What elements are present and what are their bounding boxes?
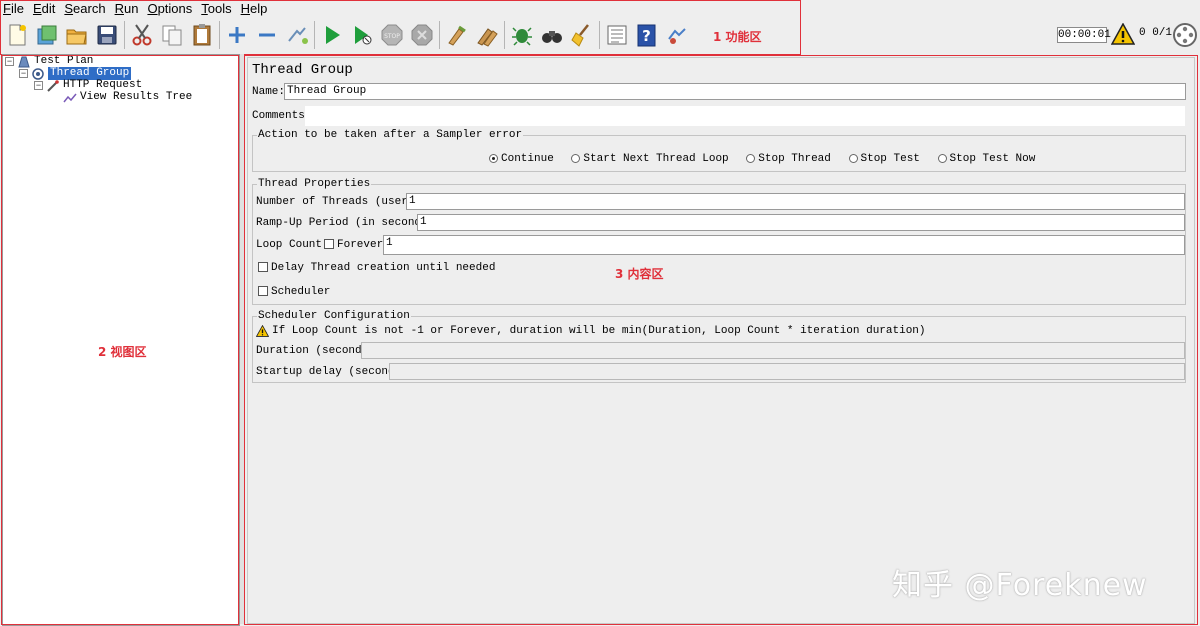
radio-dot (489, 154, 498, 163)
save-icon[interactable] (94, 22, 120, 48)
duration-field[interactable] (361, 342, 1185, 359)
radio-start-next-thread-loop[interactable]: Start Next Thread Loop (571, 153, 729, 165)
radio-stop-test-now[interactable]: Stop Test Now (937, 153, 1035, 165)
radio-dot (571, 154, 581, 163)
tree-label: View Results Tree (80, 91, 193, 103)
name-label: Name: (252, 86, 286, 98)
scheduler-legend: Scheduler Configuration (257, 310, 411, 322)
collapse-toggle[interactable]: − (34, 81, 43, 90)
elapsed-timer: 00:00:01 (1057, 27, 1111, 43)
thread-counts: 0 0/1 (1139, 27, 1173, 39)
thread-properties-group: Thread Properties Number of Threads (use… (252, 178, 1186, 305)
sampler-icon (47, 79, 59, 92)
menu-edit[interactable]: Edit (29, 0, 60, 18)
radio-dot (746, 154, 756, 163)
scheduler-config-group: Scheduler Configuration If Loop Count is… (252, 310, 1186, 383)
running-indicator-icon[interactable] (1172, 22, 1198, 48)
checkbox-box (324, 239, 334, 250)
view-area-label: 2 视图区 (98, 345, 147, 359)
warning-icon (256, 325, 269, 337)
menu-help[interactable]: Help (237, 0, 273, 18)
templates-icon[interactable] (34, 22, 60, 48)
panel-splitter[interactable] (240, 54, 244, 624)
sampler-error-options: Continue Start Next Thread Loop Stop Thr… (489, 150, 1043, 168)
copy-icon[interactable] (159, 22, 185, 48)
name-field[interactable]: Thread Group (284, 83, 1186, 100)
function-area-label: 1 功能区 (713, 30, 762, 44)
reset-search-icon[interactable] (539, 22, 565, 48)
collapse-icon[interactable] (254, 22, 280, 48)
content-area-label: 3 内容区 (615, 267, 664, 281)
collapse-toggle[interactable]: − (5, 57, 14, 66)
page-title: Thread Group (252, 62, 353, 78)
radio-dot (848, 154, 858, 163)
menu-file[interactable]: File (0, 0, 29, 18)
menu-search[interactable]: Search (60, 0, 110, 18)
toolbar-separator (314, 21, 315, 49)
threads-field[interactable]: 1 (406, 193, 1185, 210)
content-panel: Thread Group Name: Thread Group Comments… (247, 57, 1195, 624)
expand-icon[interactable] (224, 22, 250, 48)
rampup-field[interactable]: 1 (417, 214, 1185, 231)
toolbar-separator (219, 21, 220, 49)
toolbar: STOP ? (0, 19, 690, 51)
shutdown-icon[interactable] (409, 22, 435, 48)
radio-dot (937, 154, 947, 163)
svg-text:STOP: STOP (384, 33, 400, 40)
comments-field[interactable] (304, 105, 1186, 127)
function-helper-icon[interactable] (604, 22, 630, 48)
menu-tools[interactable]: Tools (197, 0, 236, 18)
svg-text:?: ? (642, 27, 651, 45)
cut-icon[interactable] (129, 22, 155, 48)
toolbar-separator (439, 21, 440, 49)
startup-delay-label: Startup delay (seconds) (256, 366, 408, 378)
broom-icon[interactable] (569, 22, 595, 48)
toolbar-separator (599, 21, 600, 49)
start-icon[interactable] (319, 22, 345, 48)
stop-icon[interactable]: STOP (379, 22, 405, 48)
checkbox-box (258, 262, 268, 273)
new-icon[interactable] (4, 22, 30, 48)
clear-icon[interactable] (444, 22, 470, 48)
loop-count-field[interactable]: 1 (383, 235, 1185, 255)
sampler-error-group: Action to be taken after a Sampler error… (252, 129, 1186, 172)
tree-node-view-results-tree[interactable]: View Results Tree (63, 91, 192, 104)
radio-stop-thread[interactable]: Stop Thread (746, 153, 831, 165)
radio-stop-test[interactable]: Stop Test (848, 153, 920, 165)
comments-label: Comments: (252, 110, 312, 122)
toolbar-separator (124, 21, 125, 49)
delay-thread-checkbox[interactable]: Delay Thread creation until needed (258, 262, 495, 274)
test-plan-icon (18, 56, 30, 67)
rampup-label: Ramp-Up Period (in seconds): (256, 217, 441, 229)
scheduler-checkbox[interactable]: Scheduler (258, 286, 330, 298)
loop-count-label: Loop Count: (256, 239, 329, 251)
menu-run[interactable]: Run (111, 0, 144, 18)
menu-bar: File Edit Search Run Options Tools Help (0, 0, 800, 18)
warning-icon[interactable] (1111, 23, 1135, 45)
help-icon[interactable]: ? (634, 22, 660, 48)
menu-options[interactable]: Options (143, 0, 197, 18)
paste-icon[interactable] (189, 22, 215, 48)
scheduler-warning: If Loop Count is not -1 or Forever, dura… (256, 325, 926, 337)
tree-panel: − Test Plan − Thread Group − HTTP Reques… (2, 54, 240, 626)
listener-icon (63, 93, 77, 102)
clear-all-icon[interactable] (474, 22, 500, 48)
startup-delay-field[interactable] (389, 363, 1185, 380)
collapse-toggle[interactable]: − (19, 69, 28, 78)
toolbar-separator (504, 21, 505, 49)
sampler-error-legend: Action to be taken after a Sampler error (257, 129, 524, 141)
threads-label: Number of Threads (users): (256, 196, 428, 208)
start-no-pauses-icon[interactable] (349, 22, 375, 48)
remote-icon[interactable] (664, 22, 690, 48)
thread-properties-legend: Thread Properties (257, 178, 372, 190)
search-icon[interactable] (509, 22, 535, 48)
open-icon[interactable] (64, 22, 90, 48)
checkbox-box (258, 286, 268, 297)
radio-continue[interactable]: Continue (489, 153, 554, 165)
forever-checkbox[interactable]: Forever (324, 239, 383, 251)
thread-group-icon (32, 67, 44, 80)
toggle-icon[interactable] (284, 22, 310, 48)
duration-label: Duration (seconds) (256, 345, 375, 357)
watermark: 知乎 @Foreknew (892, 568, 1148, 603)
